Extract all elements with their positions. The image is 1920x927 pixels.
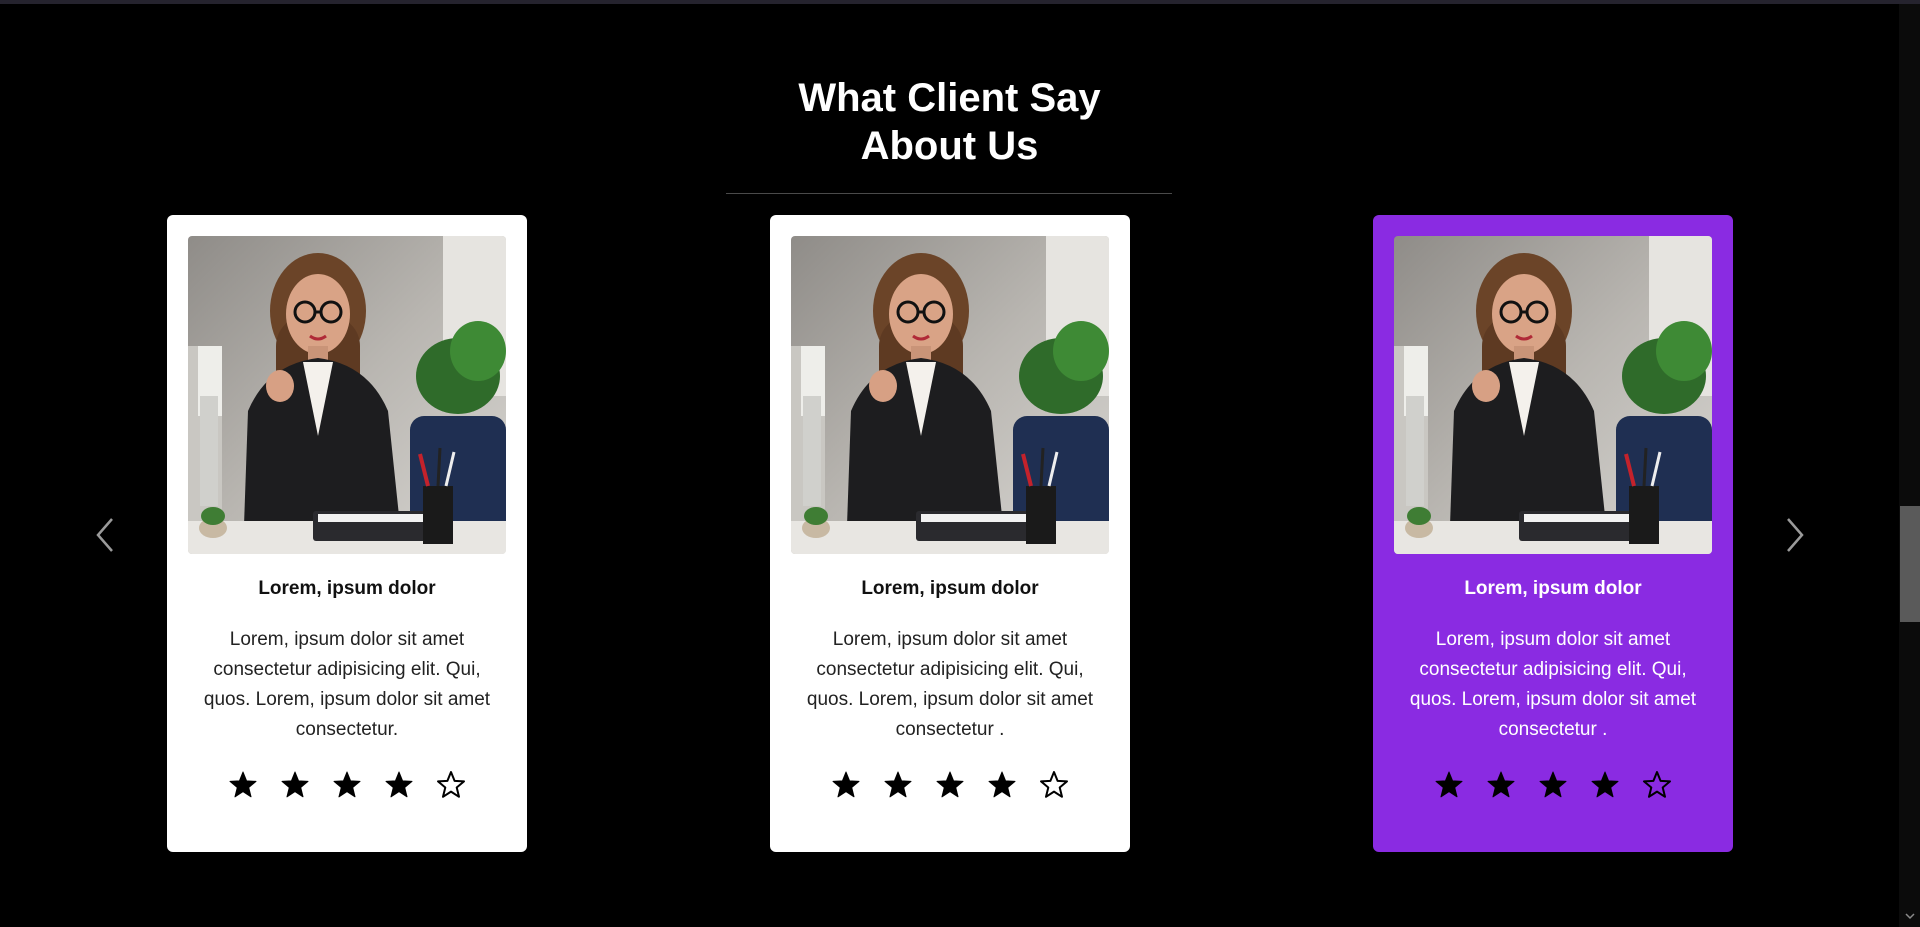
scroll-down-arrow-icon[interactable]: [1904, 910, 1916, 922]
client-name: Lorem, ipsum dolor: [258, 578, 436, 599]
section-title-line-1: What Client Say: [798, 76, 1101, 120]
carousel-prev-button[interactable]: [90, 515, 120, 555]
star-empty-icon: [1040, 771, 1068, 798]
section-title: What Client Say About Us: [0, 74, 1899, 170]
carousel-next-button[interactable]: [1780, 515, 1810, 555]
star-rating: [770, 770, 1130, 800]
star-filled-icon: [281, 771, 309, 798]
page-scrollbar-thumb[interactable]: [1900, 506, 1920, 622]
star-filled-icon: [988, 771, 1016, 798]
testimonial-text: Lorem, ipsum dolor sit amet consectetur …: [203, 629, 491, 740]
client-photo: [1394, 236, 1712, 554]
star-empty-icon: [437, 771, 465, 798]
client-name: Lorem, ipsum dolor: [1464, 578, 1642, 599]
star-rating: [167, 770, 527, 800]
testimonial-text: Lorem, ipsum dolor sit amet consectetur …: [806, 629, 1094, 740]
client-name: Lorem, ipsum dolor: [861, 578, 1039, 599]
testimonial-card[interactable]: Lorem, ipsum dolor Lorem, ipsum dolor si…: [770, 215, 1130, 852]
page-scrollbar-track[interactable]: [1899, 4, 1920, 927]
star-filled-icon: [832, 771, 860, 798]
client-photo: [188, 236, 506, 554]
title-divider: [726, 193, 1172, 194]
star-rating: [1373, 770, 1733, 800]
star-filled-icon: [1539, 771, 1567, 798]
testimonial-card-active[interactable]: Lorem, ipsum dolor Lorem, ipsum dolor si…: [1373, 215, 1733, 852]
star-filled-icon: [229, 771, 257, 798]
star-filled-icon: [1591, 771, 1619, 798]
testimonial-text: Lorem, ipsum dolor sit amet consectetur …: [1409, 629, 1697, 740]
star-filled-icon: [333, 771, 361, 798]
star-filled-icon: [936, 771, 964, 798]
star-filled-icon: [385, 771, 413, 798]
chevron-left-icon: [96, 518, 113, 552]
star-empty-icon: [1643, 771, 1671, 798]
chevron-right-icon: [1787, 518, 1804, 552]
star-filled-icon: [884, 771, 912, 798]
testimonial-card[interactable]: Lorem, ipsum dolor Lorem, ipsum dolor si…: [167, 215, 527, 852]
star-filled-icon: [1435, 771, 1463, 798]
client-photo: [791, 236, 1109, 554]
star-filled-icon: [1487, 771, 1515, 798]
section-title-line-2: About Us: [860, 124, 1039, 168]
